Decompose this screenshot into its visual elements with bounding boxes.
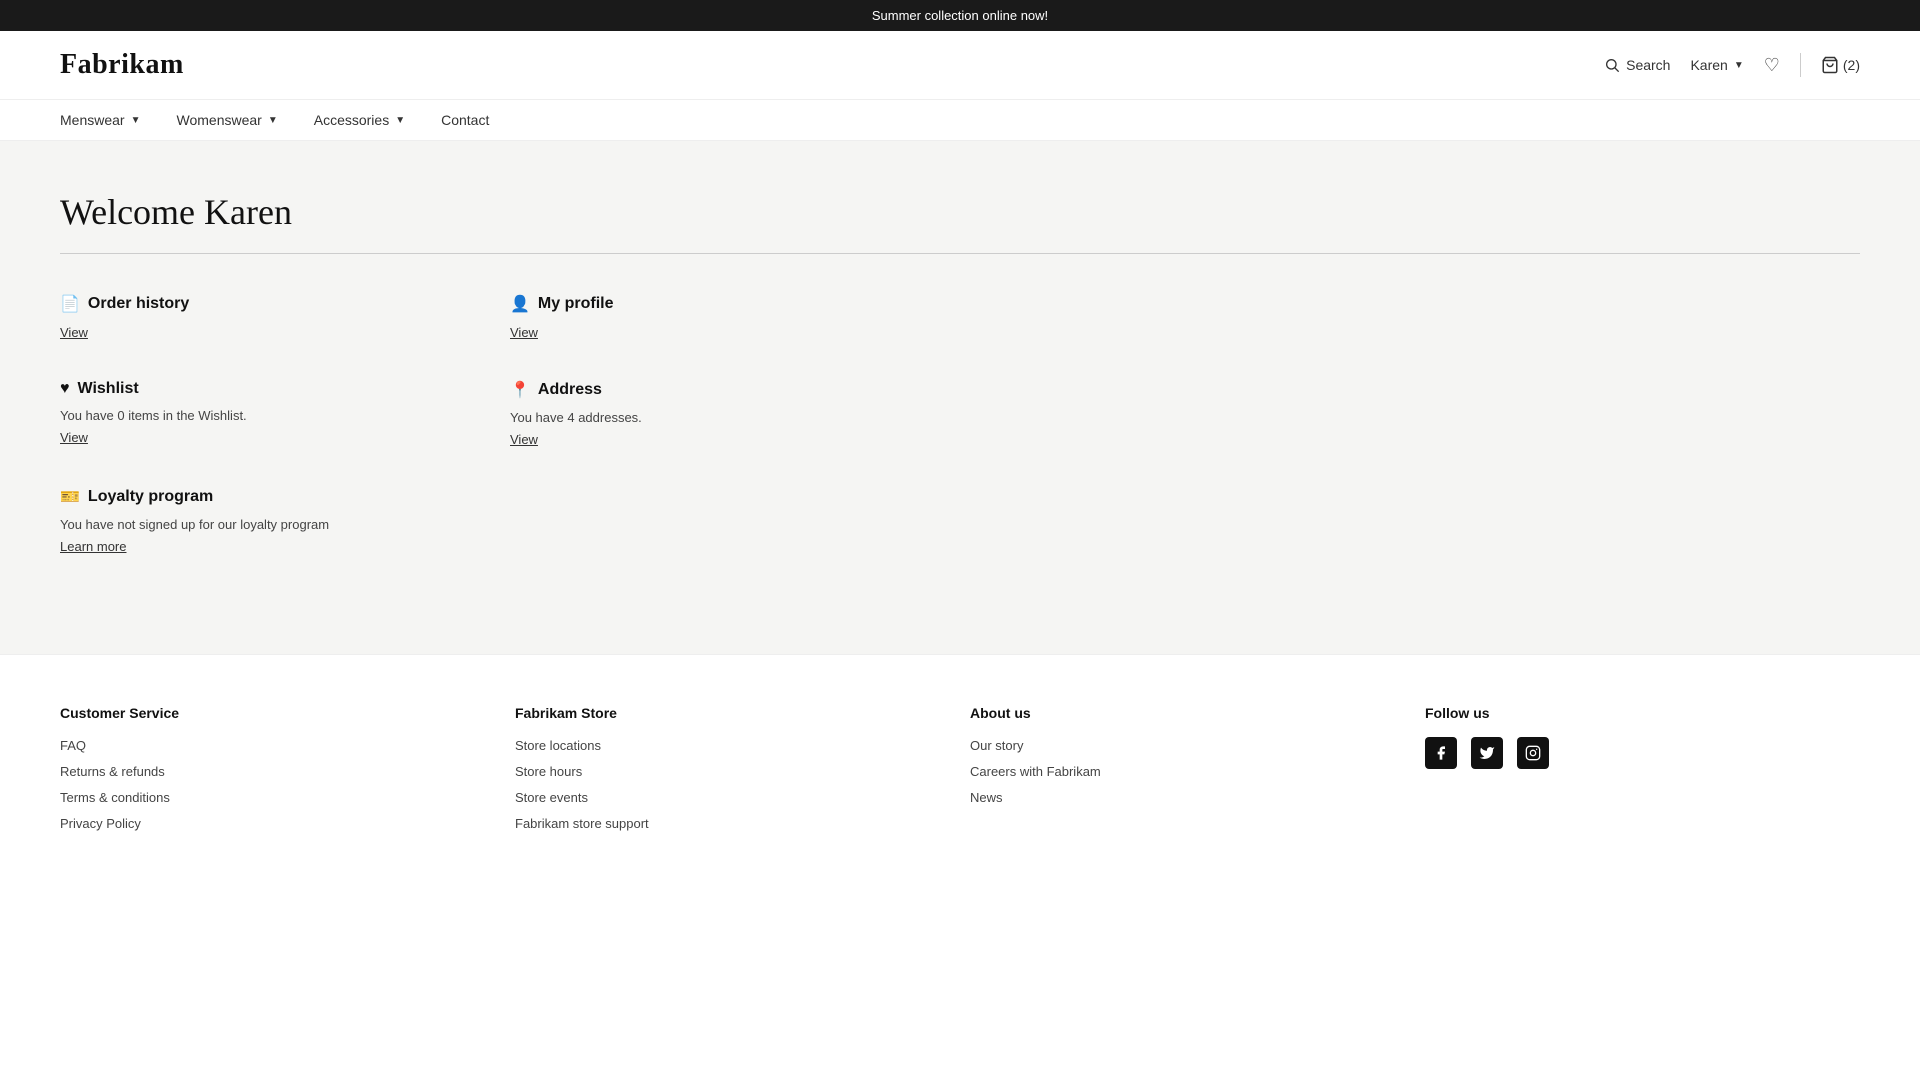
announcement-text: Summer collection online now!	[872, 8, 1048, 23]
order-history-icon: 📄	[60, 294, 80, 314]
order-history-view-link[interactable]: View	[60, 325, 88, 340]
user-menu[interactable]: Karen ▼	[1690, 57, 1743, 73]
instagram-icon[interactable]	[1517, 737, 1549, 769]
loyalty-section: 🎫 Loyalty program You have not signed up…	[60, 487, 510, 554]
address-label: Address	[538, 381, 602, 399]
my-profile-view-link[interactable]: View	[510, 325, 538, 340]
footer-link-store-events[interactable]: Store events	[515, 790, 588, 805]
header-actions: Search Karen ▼ ♡ (2)	[1604, 53, 1860, 77]
loyalty-title: 🎫 Loyalty program	[60, 487, 470, 507]
cart-count: (2)	[1843, 57, 1860, 73]
address-view-link[interactable]: View	[510, 432, 538, 447]
nav-label-menswear: Menswear	[60, 112, 125, 128]
footer-link-our-story[interactable]: Our story	[970, 738, 1023, 753]
accessories-chevron-icon: ▼	[395, 115, 405, 126]
search-button[interactable]: Search	[1604, 57, 1670, 73]
order-history-label: Order history	[88, 295, 189, 313]
wishlist-title: ♥ Wishlist	[60, 380, 470, 398]
footer-link-news[interactable]: News	[970, 790, 1003, 805]
user-label: Karen	[1690, 57, 1727, 73]
wishlist-view-link[interactable]: View	[60, 430, 88, 445]
main-content: Welcome Karen 📄 Order history View 👤 My …	[0, 141, 1920, 654]
title-divider	[60, 253, 1860, 254]
footer-link-careers[interactable]: Careers with Fabrikam	[970, 764, 1101, 779]
announcement-bar: Summer collection online now!	[0, 0, 1920, 31]
footer-link-faq[interactable]: FAQ	[60, 738, 86, 753]
nav-item-womenswear[interactable]: Womenswear ▼	[177, 112, 278, 128]
footer-col-customer-service: Customer Service FAQ Returns & refunds T…	[60, 705, 495, 831]
facebook-icon[interactable]	[1425, 737, 1457, 769]
nav-item-menswear[interactable]: Menswear ▼	[60, 112, 141, 128]
header-divider	[1800, 53, 1801, 77]
wishlist-section: ♥ Wishlist You have 0 items in the Wishl…	[60, 380, 510, 447]
address-description: You have 4 addresses.	[510, 410, 920, 425]
footer-link-store-hours[interactable]: Store hours	[515, 764, 582, 779]
search-icon	[1604, 57, 1620, 73]
social-icons	[1425, 737, 1860, 769]
my-profile-icon: 👤	[510, 294, 530, 314]
footer-col-about: About us Our story Careers with Fabrikam…	[970, 705, 1405, 831]
user-chevron-icon: ▼	[1734, 60, 1744, 71]
footer-about-title: About us	[970, 705, 1405, 721]
footer-link-terms[interactable]: Terms & conditions	[60, 790, 170, 805]
twitter-icon[interactable]	[1471, 737, 1503, 769]
logo[interactable]: Fabrikam	[60, 49, 184, 81]
account-grid: 📄 Order history View 👤 My profile View ♥…	[60, 294, 960, 554]
footer-customer-service-title: Customer Service	[60, 705, 495, 721]
order-history-title: 📄 Order history	[60, 294, 470, 314]
nav-label-accessories: Accessories	[314, 112, 389, 128]
wishlist-button[interactable]: ♡	[1764, 55, 1780, 76]
wishlist-label: Wishlist	[78, 380, 139, 398]
order-history-section: 📄 Order history View	[60, 294, 510, 340]
wishlist-icon: ♥	[60, 380, 70, 398]
menswear-chevron-icon: ▼	[131, 115, 141, 126]
womenswear-chevron-icon: ▼	[268, 115, 278, 126]
loyalty-icon: 🎫	[60, 487, 80, 507]
footer-grid: Customer Service FAQ Returns & refunds T…	[60, 705, 1860, 831]
main-nav: Menswear ▼ Womenswear ▼ Accessories ▼ Co…	[0, 100, 1920, 141]
footer-social-title: Follow us	[1425, 705, 1860, 721]
page-title: Welcome Karen	[60, 191, 1860, 233]
footer-store-links: Store locations Store hours Store events…	[515, 737, 950, 831]
my-profile-label: My profile	[538, 295, 614, 313]
footer-link-returns[interactable]: Returns & refunds	[60, 764, 165, 779]
my-profile-section: 👤 My profile View	[510, 294, 960, 340]
nav-list: Menswear ▼ Womenswear ▼ Accessories ▼ Co…	[60, 112, 1860, 128]
address-section: 📍 Address You have 4 addresses. View	[510, 380, 960, 447]
my-profile-title: 👤 My profile	[510, 294, 920, 314]
heart-icon: ♡	[1764, 55, 1780, 75]
footer-store-title: Fabrikam Store	[515, 705, 950, 721]
cart-icon	[1821, 56, 1839, 74]
footer-about-links: Our story Careers with Fabrikam News	[970, 737, 1405, 805]
footer-col-social: Follow us	[1425, 705, 1860, 831]
loyalty-description: You have not signed up for our loyalty p…	[60, 517, 470, 532]
wishlist-description: You have 0 items in the Wishlist.	[60, 408, 470, 423]
loyalty-learn-more-link[interactable]: Learn more	[60, 539, 126, 554]
header: Fabrikam Search Karen ▼ ♡ (2)	[0, 31, 1920, 100]
search-label: Search	[1626, 57, 1670, 73]
nav-item-contact[interactable]: Contact	[441, 112, 489, 128]
footer-link-privacy[interactable]: Privacy Policy	[60, 816, 141, 831]
loyalty-label: Loyalty program	[88, 488, 213, 506]
footer-link-store-support[interactable]: Fabrikam store support	[515, 816, 649, 831]
address-title: 📍 Address	[510, 380, 920, 400]
footer-link-store-locations[interactable]: Store locations	[515, 738, 601, 753]
address-icon: 📍	[510, 380, 530, 400]
cart-button[interactable]: (2)	[1821, 56, 1860, 74]
footer: Customer Service FAQ Returns & refunds T…	[0, 654, 1920, 871]
footer-customer-service-links: FAQ Returns & refunds Terms & conditions…	[60, 737, 495, 831]
nav-label-womenswear: Womenswear	[177, 112, 262, 128]
nav-label-contact: Contact	[441, 112, 489, 128]
footer-col-store: Fabrikam Store Store locations Store hou…	[515, 705, 950, 831]
nav-item-accessories[interactable]: Accessories ▼	[314, 112, 405, 128]
